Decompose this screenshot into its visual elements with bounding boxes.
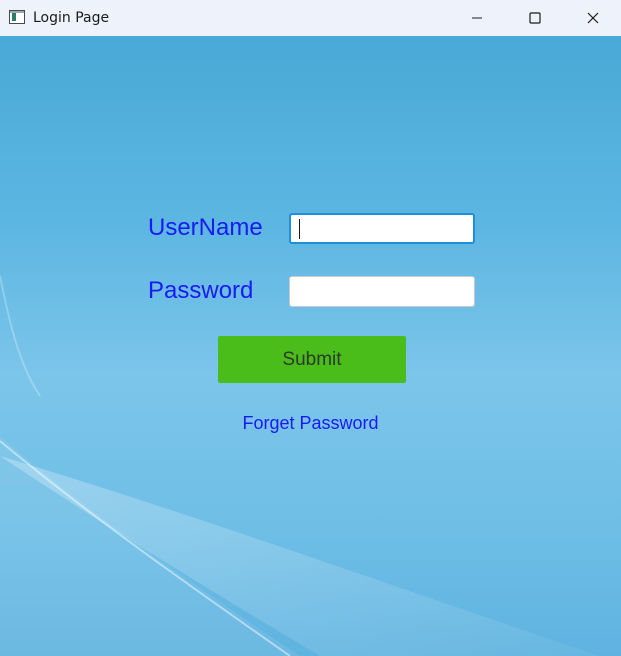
login-panel: UserName Password Submit Forget Password bbox=[0, 36, 621, 656]
login-window: Login Page UserName Password Submit Forg… bbox=[0, 0, 621, 656]
close-button[interactable] bbox=[564, 0, 621, 36]
minimize-button[interactable] bbox=[448, 0, 506, 36]
app-window-icon bbox=[9, 10, 25, 24]
title-bar[interactable]: Login Page bbox=[0, 0, 621, 36]
maximize-icon bbox=[529, 12, 541, 24]
submit-button[interactable]: Submit bbox=[218, 336, 406, 383]
close-icon bbox=[587, 12, 599, 24]
minimize-icon bbox=[472, 17, 482, 19]
password-label: Password bbox=[148, 277, 254, 304]
forget-password-link[interactable]: Forget Password bbox=[242, 413, 378, 433]
username-input[interactable] bbox=[289, 213, 475, 244]
text-caret bbox=[299, 219, 300, 239]
username-label: UserName bbox=[148, 214, 263, 241]
maximize-button[interactable] bbox=[506, 0, 564, 36]
forget-password-row: Forget Password bbox=[0, 412, 621, 434]
password-input[interactable] bbox=[289, 276, 475, 307]
window-title: Login Page bbox=[33, 10, 110, 26]
